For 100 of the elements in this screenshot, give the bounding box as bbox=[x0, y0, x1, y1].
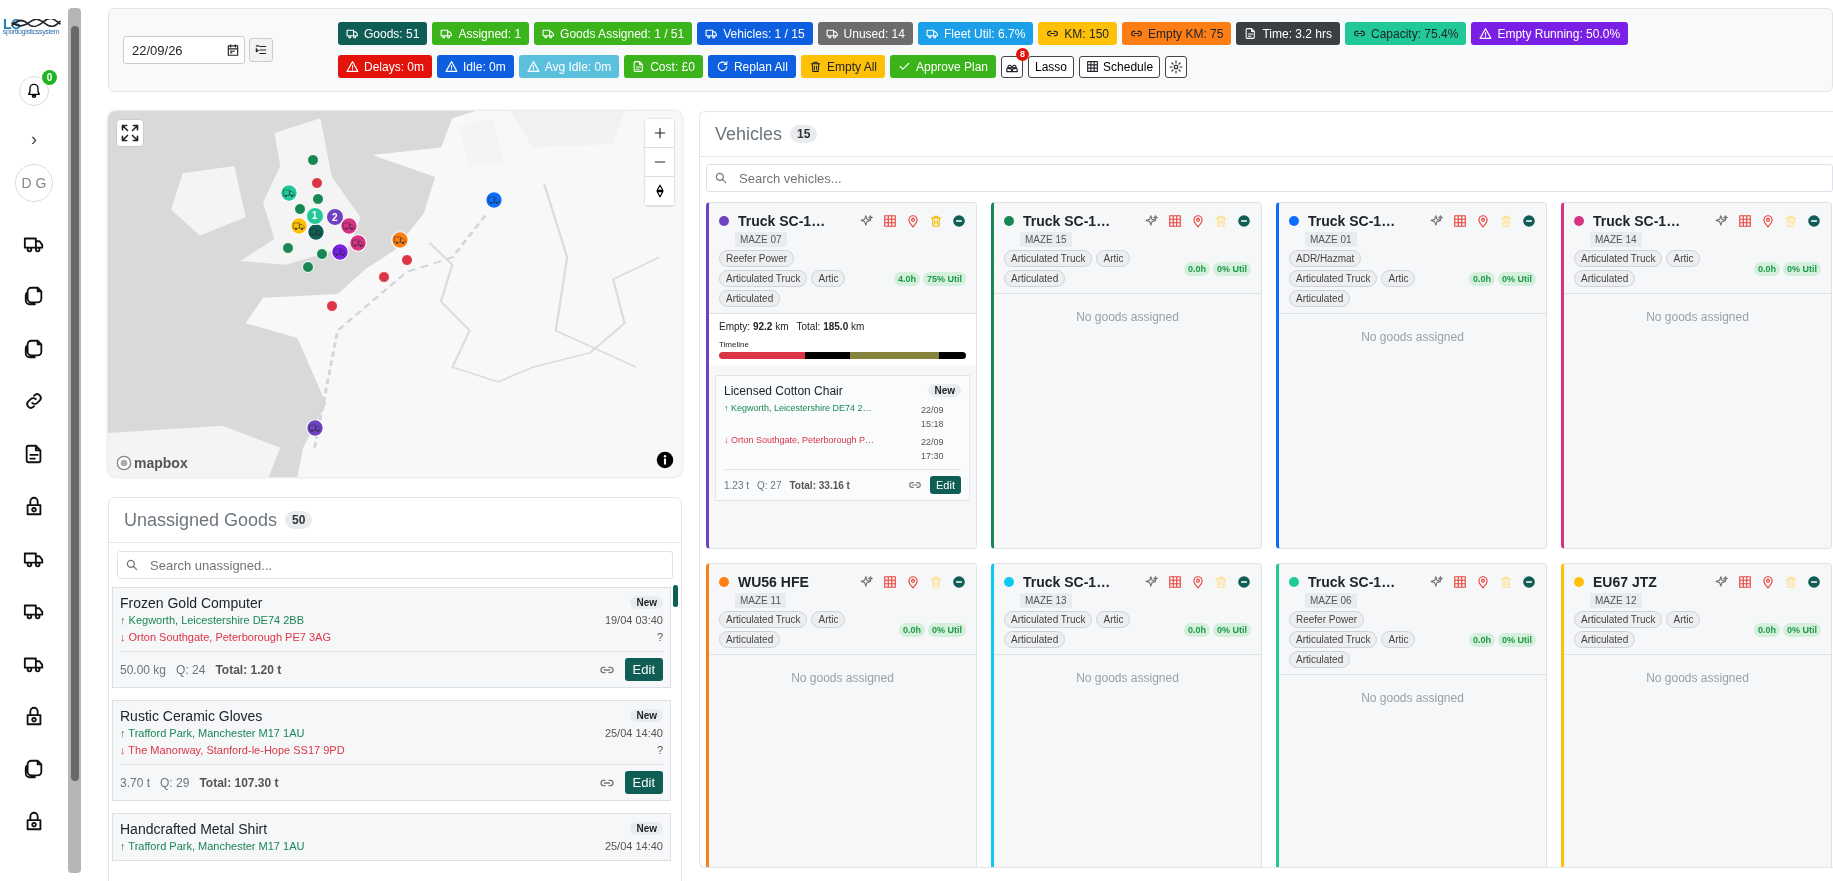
remove-icon[interactable] bbox=[952, 214, 966, 228]
edit-button[interactable]: Edit bbox=[930, 476, 961, 494]
tag: Articulated bbox=[719, 290, 781, 307]
pickup-time: 19/04 03:40 bbox=[604, 613, 663, 626]
grid-icon[interactable] bbox=[1453, 575, 1467, 589]
goods-card[interactable]: Licensed Cotton Chair New ↑ Kegworth, Leicestershire DE74 2… 22/09 15:18 ↓ Orton Southgate, Peterborough P… 22/09 17:30 1.23 t Q: 27 Total: 33.16 t Edit bbox=[715, 375, 970, 501]
link-icon[interactable] bbox=[23, 390, 45, 412]
sparkle-icon[interactable] bbox=[860, 214, 874, 228]
warning-icon bbox=[1479, 27, 1493, 40]
grid-icon[interactable] bbox=[1168, 575, 1182, 589]
truck-icon bbox=[542, 27, 556, 40]
pin-icon[interactable] bbox=[1476, 575, 1490, 589]
panel-title: Vehicles bbox=[715, 123, 783, 145]
expand-button[interactable]: › bbox=[31, 130, 37, 148]
truck-marker[interactable] bbox=[330, 242, 349, 261]
truck-marker[interactable] bbox=[289, 217, 308, 236]
notifications-button[interactable] bbox=[19, 76, 49, 106]
truck-marker[interactable] bbox=[348, 233, 367, 252]
remove-icon[interactable] bbox=[1237, 575, 1251, 589]
vehicle-card[interactable] bbox=[706, 202, 977, 549]
edit-button[interactable]: Edit bbox=[624, 658, 663, 681]
truck-marker[interactable] bbox=[340, 217, 359, 236]
sparkle-icon[interactable] bbox=[1430, 214, 1444, 228]
remove-icon[interactable] bbox=[1807, 575, 1821, 589]
scrollbar-thumb[interactable] bbox=[70, 26, 79, 781]
vehicle-card[interactable]: Truck SC-1… MAZE 13 Articulated Truck Artic Articulated 0.0h 0% Util No goods assigned bbox=[991, 563, 1262, 867]
pin-icon[interactable] bbox=[906, 575, 920, 589]
truck-icon bbox=[825, 27, 839, 40]
truck-marker[interactable] bbox=[391, 231, 410, 250]
vehicle-card[interactable]: Truck SC-1… MAZE 06 Reefer Power Articulated Truck Artic Articulated 0.0h 0% Util No goods assigned bbox=[1276, 563, 1547, 867]
grid-icon[interactable] bbox=[883, 575, 897, 589]
vehicle-name: Truck SC-1… bbox=[738, 213, 826, 229]
pin-icon[interactable] bbox=[1191, 214, 1205, 228]
search-field[interactable]: Search unassigned... bbox=[117, 551, 673, 579]
sparkle-icon[interactable] bbox=[1430, 575, 1444, 589]
edit-button[interactable]: Edit bbox=[624, 771, 663, 794]
warning-icon bbox=[346, 60, 359, 73]
status-badge: New bbox=[630, 709, 663, 722]
goods-card[interactable]: Rustic Ceramic Gloves New ↑ Trafford Park, Manchester M17 1AU 25/04 14:40 ↓ The Manorway, Stanford-le-Hope SS17 9PD ? 3.70 t Q: 29 Total: 107.30 t Edit bbox=[112, 700, 671, 801]
sparkle-icon[interactable] bbox=[1715, 214, 1729, 228]
tag: Reefer Power bbox=[1289, 611, 1365, 628]
grid-icon[interactable] bbox=[1738, 575, 1752, 589]
scrollbar-thumb[interactable] bbox=[673, 585, 678, 607]
remove-icon[interactable] bbox=[1807, 214, 1821, 228]
pin-icon[interactable] bbox=[1476, 214, 1490, 228]
compass-button[interactable] bbox=[645, 177, 674, 206]
sparkle-icon[interactable] bbox=[1715, 575, 1729, 589]
grid-icon[interactable] bbox=[1168, 214, 1182, 228]
pin-icon[interactable] bbox=[1191, 575, 1205, 589]
hours-badge: 4.0h bbox=[893, 271, 920, 286]
sparkle-icon[interactable] bbox=[1145, 214, 1159, 228]
remove-icon[interactable] bbox=[1237, 214, 1251, 228]
check-icon bbox=[897, 60, 911, 73]
date-field[interactable]: 22/09/26 bbox=[123, 36, 245, 64]
stat-badge: Delays: 0m bbox=[338, 55, 433, 78]
sparkle-icon[interactable] bbox=[860, 575, 874, 589]
tag: Articulated bbox=[1574, 270, 1636, 287]
truck-marker[interactable] bbox=[307, 222, 326, 241]
remove-icon[interactable] bbox=[1522, 575, 1536, 589]
vehicle-card[interactable]: Truck SC-1… MAZE 15 Articulated Truck Artic Articulated 0.0h 0% Util No goods assigned bbox=[991, 202, 1262, 549]
remove-icon[interactable] bbox=[1522, 214, 1536, 228]
settings-button[interactable] bbox=[1165, 55, 1188, 78]
truck-marker[interactable] bbox=[279, 184, 298, 203]
vehicle-card[interactable]: WU56 HFE MAZE 11 Articulated Truck Artic Articulated 0.0h 0% Util No goods assigned bbox=[706, 563, 977, 867]
remove-icon[interactable] bbox=[952, 575, 966, 589]
goods-card[interactable]: Frozen Gold Computer New ↑ Kegworth, Leicestershire DE74 2BB 19/04 03:40 ↓ Orton Southgate, Peterborough PE7 3AG ? 50.00 kg Q: 24 Total: 1.20 t Edit bbox=[112, 587, 671, 688]
sparkle-icon[interactable] bbox=[1145, 575, 1159, 589]
tag: Articulated Truck bbox=[1004, 250, 1093, 267]
documents-icon[interactable] bbox=[23, 337, 45, 360]
truck-icon bbox=[705, 27, 719, 40]
search-field[interactable]: Search vehicles... bbox=[706, 164, 1833, 192]
vehicle-card[interactable]: Truck SC-1… MAZE 14 Articulated Truck Artic Articulated 0.0h 0% Util No goods assigned bbox=[1561, 202, 1832, 549]
pin-icon[interactable] bbox=[1761, 214, 1775, 228]
map-attribution[interactable]: mapbox bbox=[134, 455, 188, 471]
pin-icon[interactable] bbox=[906, 214, 920, 228]
status-badge: New bbox=[630, 822, 663, 835]
zoom-in-button[interactable] bbox=[645, 119, 674, 148]
grid-icon[interactable] bbox=[1738, 214, 1752, 228]
goods-name: Rustic Ceramic Gloves bbox=[120, 707, 263, 724]
grid-icon[interactable] bbox=[883, 214, 897, 228]
vehicle-card[interactable]: Truck SC-1… MAZE 01 ADR/Hazmat Articulated Truck Artic Articulated 0.0h 0% Util No goods assigned bbox=[1276, 202, 1547, 549]
grid-icon[interactable] bbox=[1453, 214, 1467, 228]
documents-icon[interactable] bbox=[23, 285, 45, 307]
action-button[interactable]: Empty All bbox=[800, 55, 885, 78]
scrollbar[interactable] bbox=[68, 8, 81, 873]
drivers-button[interactable] bbox=[1001, 55, 1023, 78]
action-button[interactable]: Replan All bbox=[707, 55, 796, 78]
pin-icon[interactable] bbox=[1761, 575, 1775, 589]
truck-marker[interactable] bbox=[484, 190, 503, 209]
expand-icon bbox=[120, 123, 140, 143]
schedule-button[interactable]: Schedule bbox=[1079, 55, 1161, 78]
fullscreen-button[interactable] bbox=[116, 119, 144, 147]
tag: Articulated Truck bbox=[1574, 250, 1663, 267]
list-button[interactable] bbox=[249, 38, 273, 62]
documents-icon[interactable] bbox=[23, 757, 45, 780]
vehicle-card[interactable]: EU67 JTZ MAZE 12 Articulated Truck Artic Articulated 0.0h 0% Util No goods assigned bbox=[1561, 563, 1832, 867]
info-icon[interactable] bbox=[656, 451, 674, 469]
lasso-button[interactable]: Lasso bbox=[1028, 55, 1075, 78]
calendar-icon bbox=[226, 43, 240, 57]
goods-card[interactable]: Handcrafted Metal Shirt New ↑ Trafford Park, Manchester M17 1AU 25/04 14:40 bbox=[112, 813, 671, 861]
